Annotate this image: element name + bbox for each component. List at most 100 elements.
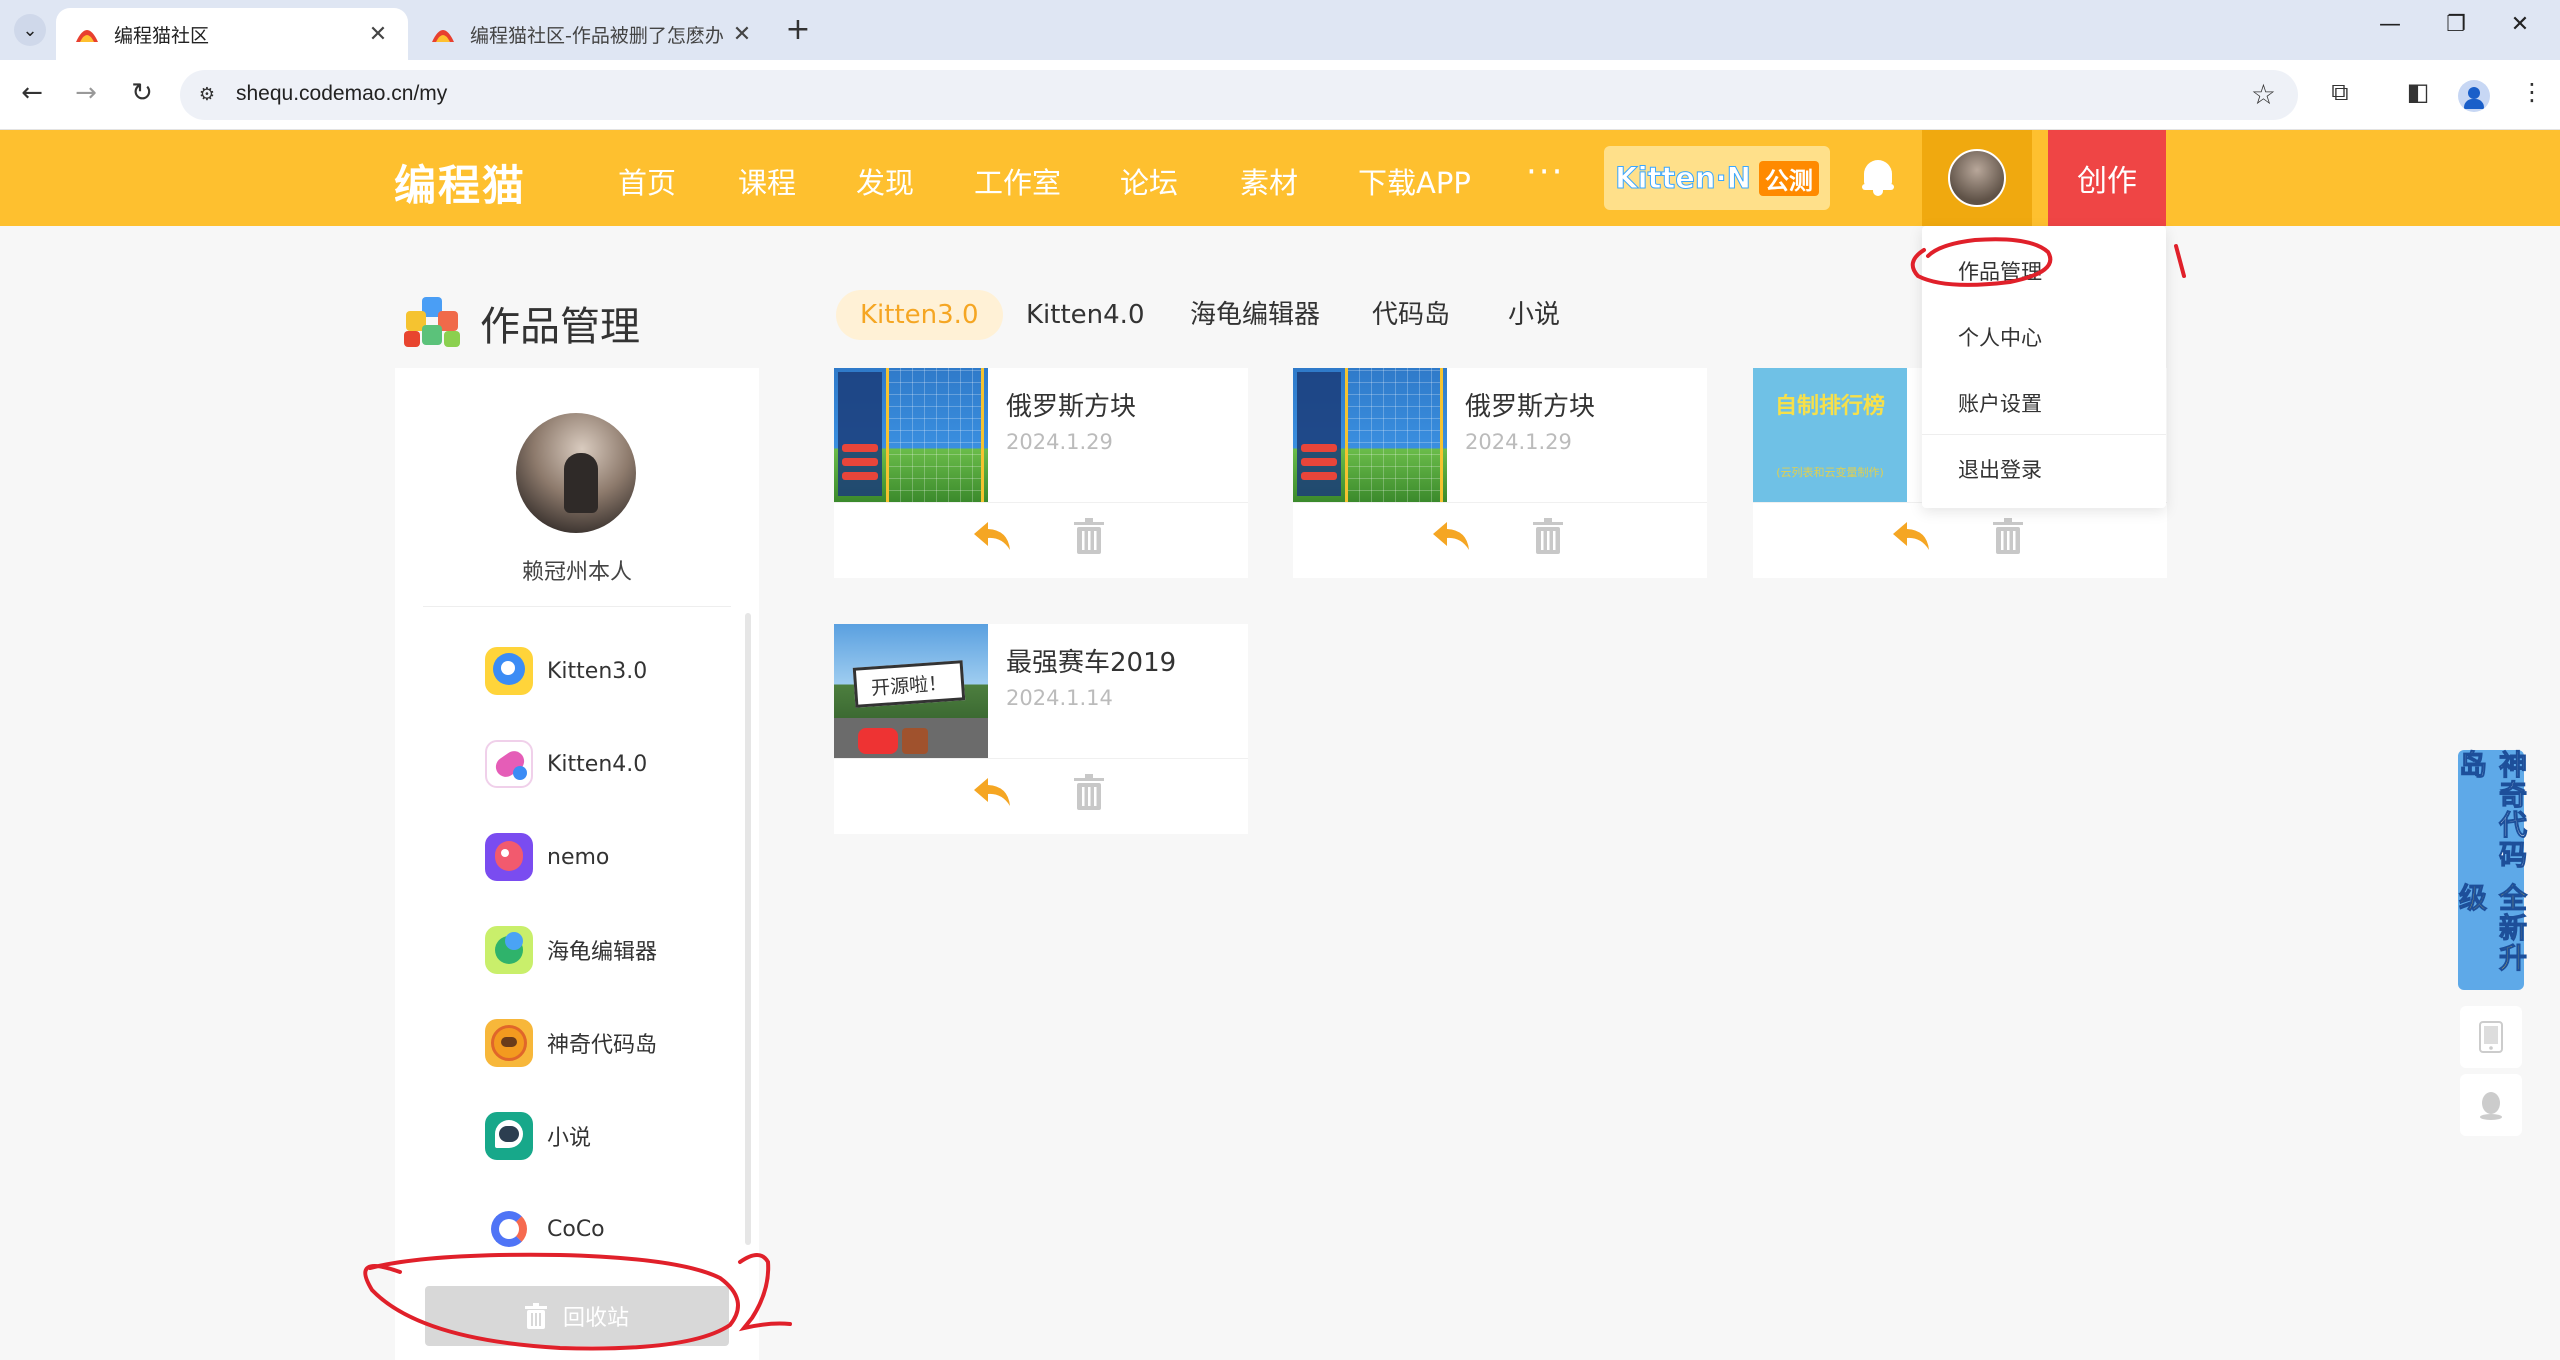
- divider: [834, 502, 1248, 503]
- browser-profile-icon[interactable]: [2458, 80, 2490, 112]
- nav-courses[interactable]: 课程: [738, 160, 796, 202]
- tab-kitten3[interactable]: Kitten3.0: [836, 290, 1003, 340]
- divider: [1922, 434, 2166, 435]
- menu-item-account-settings[interactable]: 账户设置: [1958, 388, 2042, 418]
- tab-close-icon[interactable]: ✕: [730, 22, 754, 47]
- tab-close-icon[interactable]: ✕: [366, 22, 390, 47]
- menu-item-profile[interactable]: 个人中心: [1958, 322, 2042, 352]
- tab-search-dropdown-icon[interactable]: ⌄: [14, 14, 46, 46]
- restore-work-icon[interactable]: [972, 518, 1012, 554]
- tab-kitten4[interactable]: Kitten4.0: [1002, 290, 1169, 340]
- username: 赖冠州本人: [521, 560, 632, 585]
- leaderboard-thumbnail[interactable]: 自制排行榜 (云列表和云变量制作): [1753, 368, 1907, 502]
- nav-forum[interactable]: 论坛: [1120, 160, 1178, 202]
- nav-more-icon[interactable]: ···: [1526, 152, 1564, 192]
- browser-menu-icon[interactable]: ⋮: [2514, 78, 2550, 106]
- recycle-bin-button[interactable]: 回收站: [425, 1286, 729, 1346]
- work-name[interactable]: 俄罗斯方块: [1465, 386, 1595, 423]
- menu-item-logout[interactable]: 退出登录: [1958, 454, 2042, 484]
- tab-turtle-editor[interactable]: 海龟编辑器: [1166, 290, 1344, 340]
- url-text[interactable]: shequ.codemao.cn/my: [236, 82, 447, 106]
- sidebar-item-label: Kitten4.0: [547, 751, 648, 777]
- minimize-icon[interactable]: —: [2370, 12, 2410, 37]
- divider: [423, 606, 731, 607]
- mobile-app-button[interactable]: [2460, 1006, 2522, 1068]
- page-title: 作品管理: [480, 304, 640, 350]
- profile-avatar[interactable]: [516, 413, 636, 533]
- work-card[interactable]: 俄罗斯方块 2024.1.29: [834, 368, 1248, 578]
- recycle-bin-label: 回收站: [562, 1306, 629, 1331]
- codemao-logo[interactable]: 编程猫: [394, 152, 526, 213]
- rubiks-cube-icon: [400, 295, 466, 351]
- avatar: [1948, 149, 2006, 207]
- work-name[interactable]: 俄罗斯方块: [1006, 386, 1136, 423]
- phone-icon: [2479, 1021, 2503, 1053]
- thumbnail-banner-text: 开源啦！: [852, 660, 966, 708]
- sidebar-item-kitten3[interactable]: Kitten3.0: [485, 646, 647, 696]
- extensions-icon[interactable]: ⧉: [2322, 78, 2358, 106]
- sidebar-item-novel[interactable]: 小说: [485, 1111, 591, 1161]
- sidebar-item-nemo[interactable]: nemo: [485, 832, 609, 882]
- work-card[interactable]: 开源啦！ 最强赛车2019 2024.1.14: [834, 624, 1248, 834]
- kitten-n-badge: 公测: [1758, 160, 1819, 196]
- nav-home[interactable]: 首页: [618, 160, 676, 202]
- forward-icon[interactable]: →: [68, 78, 104, 108]
- restore-icon[interactable]: ❐: [2436, 12, 2476, 37]
- sidebar-item-label: Kitten3.0: [547, 658, 648, 684]
- tetris-thumbnail[interactable]: [834, 368, 988, 502]
- browser-toolbar: ← → ↻ ⚙ shequ.codemao.cn/my ☆ ⧉ ◧ ⋮: [0, 60, 2560, 130]
- delete-work-icon[interactable]: [1074, 774, 1104, 810]
- kitten-n-banner[interactable]: Kitten·N 公测: [1604, 146, 1830, 210]
- bookmark-star-icon[interactable]: ☆: [2251, 78, 2276, 111]
- user-avatar-menu[interactable]: [1922, 130, 2032, 226]
- tetris-thumbnail[interactable]: [1293, 368, 1447, 502]
- menu-item-works-manage[interactable]: 作品管理: [1958, 256, 2042, 286]
- site-info-icon[interactable]: ⚙: [194, 82, 220, 108]
- sidebar-item-label: 小说: [547, 1126, 592, 1151]
- browser-tab-active[interactable]: 编程猫社区 ✕: [56, 8, 408, 60]
- sidebar-item-code-island[interactable]: 神奇代码岛: [485, 1018, 657, 1068]
- new-tab-icon[interactable]: +: [780, 12, 816, 47]
- reload-icon[interactable]: ↻: [124, 78, 160, 108]
- side-panel-icon[interactable]: ◧: [2400, 78, 2436, 106]
- nav-download-app[interactable]: 下载APP: [1358, 160, 1471, 202]
- restore-work-icon[interactable]: [1891, 518, 1931, 554]
- codemao-favicon-icon: [76, 30, 98, 42]
- sidebar-item-coco[interactable]: CoCo: [485, 1204, 605, 1254]
- tab-novel[interactable]: 小说: [1484, 290, 1584, 340]
- turtle-editor-app-icon: [485, 926, 533, 974]
- delete-work-icon[interactable]: [1993, 518, 2023, 554]
- thumbnail-title: 自制排行榜: [1774, 394, 1885, 419]
- delete-work-icon[interactable]: [1074, 518, 1104, 554]
- nav-studio[interactable]: 工作室: [974, 160, 1061, 202]
- notification-bell-icon[interactable]: [1862, 156, 1894, 196]
- sidebar-item-label: 神奇代码岛: [547, 1033, 658, 1058]
- delete-work-icon[interactable]: [1533, 518, 1563, 554]
- work-card[interactable]: 俄罗斯方块 2024.1.29: [1293, 368, 1707, 578]
- tab-code-island[interactable]: 代码岛: [1348, 290, 1474, 340]
- restore-work-icon[interactable]: [972, 774, 1012, 810]
- close-window-icon[interactable]: ✕: [2500, 12, 2540, 37]
- promo-line-1: 神奇代码岛: [2455, 749, 2529, 870]
- promo-line-2: 全新升级: [2455, 883, 2529, 974]
- restore-work-icon[interactable]: [1431, 518, 1471, 554]
- address-bar[interactable]: ⚙ shequ.codemao.cn/my ☆: [180, 70, 2298, 120]
- sidebar-item-kitten4[interactable]: Kitten4.0: [485, 739, 647, 789]
- browser-tab[interactable]: 编程猫社区-作品被删了怎麽办 ✕: [412, 8, 772, 60]
- back-icon[interactable]: ←: [14, 78, 50, 108]
- nav-materials[interactable]: 素材: [1240, 160, 1298, 202]
- work-name[interactable]: 最强赛车2019: [1006, 642, 1176, 679]
- kitten4-app-icon: [485, 740, 533, 788]
- code-island-promo-banner[interactable]: 神奇代码岛 全新升级: [2455, 749, 2529, 990]
- codemao-favicon-icon: [432, 30, 454, 42]
- work-date: 2024.1.29: [1006, 430, 1113, 454]
- tab-title: 编程猫社区: [114, 24, 210, 47]
- trash-icon: [524, 1303, 547, 1329]
- nav-discover[interactable]: 发现: [856, 160, 914, 202]
- qq-contact-button[interactable]: [2460, 1074, 2522, 1136]
- sidebar-scrollbar[interactable]: [745, 613, 751, 1245]
- sidebar-item-turtle-editor[interactable]: 海龟编辑器: [485, 925, 657, 975]
- sidebar-item-label: CoCo: [547, 1216, 605, 1242]
- racing-thumbnail[interactable]: 开源啦！: [834, 624, 988, 758]
- create-button[interactable]: 创作: [2048, 130, 2166, 226]
